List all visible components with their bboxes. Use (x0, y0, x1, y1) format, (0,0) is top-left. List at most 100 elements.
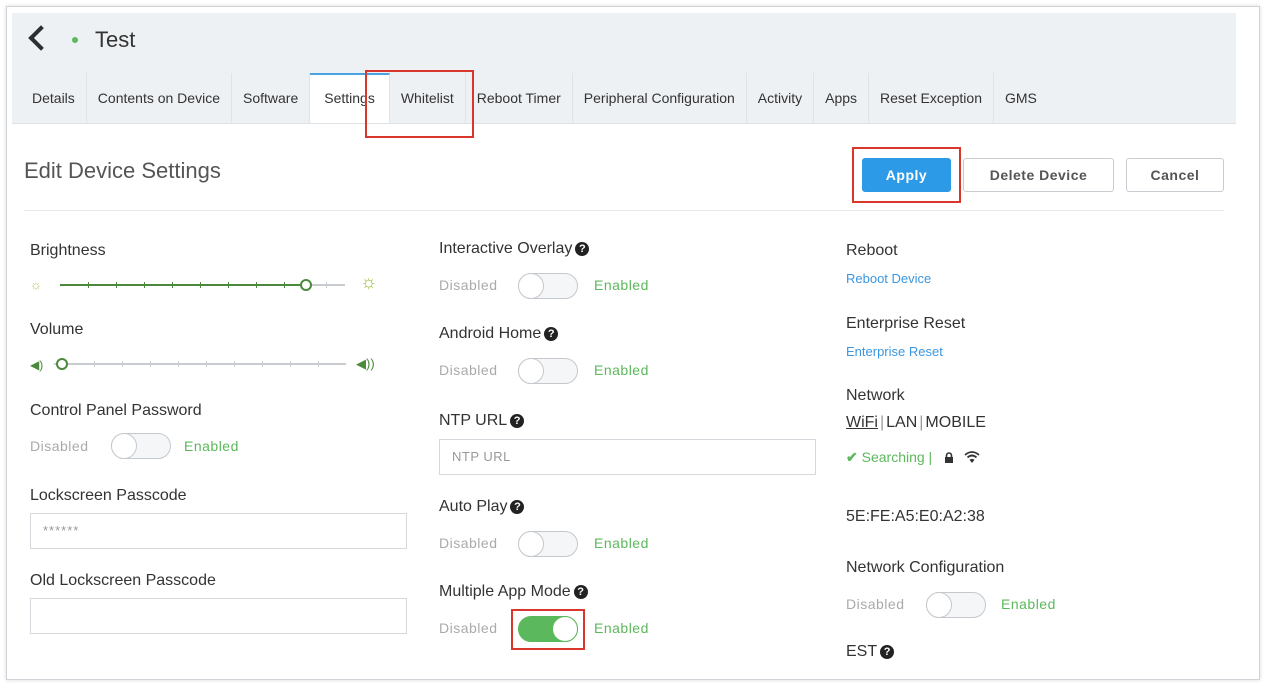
slider-tick (172, 282, 173, 288)
ntp-url-input[interactable]: NTP URL (439, 439, 816, 475)
volume-thumb[interactable] (56, 358, 68, 370)
online-status-dot (72, 37, 78, 43)
mac-address: 5E:FE:A5:E0:A2:38 (846, 508, 985, 525)
interactive-overlay-text: Interactive Overlay (439, 240, 573, 257)
slider-tick (318, 361, 319, 367)
network-status: ✔ Searching | (846, 449, 980, 466)
network-lan-option[interactable]: LAN (886, 414, 917, 431)
slider-tick (94, 361, 95, 367)
tab-peripheral-configuration[interactable]: Peripheral Configuration (573, 73, 747, 123)
brightness-thumb[interactable] (300, 279, 312, 291)
slider-tick (228, 282, 229, 288)
tab-settings[interactable]: Settings (310, 73, 390, 123)
delete-device-button[interactable]: Delete Device (963, 158, 1114, 192)
enterprise-reset-label: Enterprise Reset (846, 315, 966, 332)
interactive-overlay-label: Interactive Overlay? (439, 240, 590, 258)
volume-track (54, 363, 346, 365)
lockscreen-passcode-input[interactable]: ****** (30, 513, 407, 549)
toggle-enabled-label: Enabled (184, 438, 239, 454)
multiple-app-mode-label: Multiple App Mode? (439, 583, 588, 601)
multiple-app-mode-toggle[interactable] (518, 616, 578, 642)
toggle-disabled-label: Disabled (439, 535, 498, 551)
lockscreen-passcode-label: Lockscreen Passcode (30, 487, 187, 504)
android-home-toggle[interactable] (518, 358, 578, 384)
toggle-disabled-label: Disabled (846, 596, 905, 612)
back-chevron-icon[interactable] (28, 25, 54, 51)
network-configuration-toggle[interactable] (926, 592, 986, 618)
slider-tick (122, 361, 123, 367)
toggle-enabled-label: Enabled (594, 277, 649, 293)
interactive-overlay-toggle[interactable] (518, 273, 578, 299)
divider (24, 210, 1224, 211)
slider-tick (256, 282, 257, 288)
est-label: EST? (846, 643, 895, 661)
ntp-url-label: NTP URL? (439, 412, 525, 430)
toggle-knob (518, 273, 544, 299)
lock-icon (945, 452, 954, 463)
control-panel-password-toggle[interactable] (111, 433, 171, 459)
help-icon[interactable]: ? (510, 500, 525, 514)
slider-tick (234, 361, 235, 367)
tab-apps[interactable]: Apps (814, 73, 870, 123)
slider-tick (200, 282, 201, 288)
volume-low-icon: ◀) (30, 358, 44, 372)
toggle-disabled-label: Disabled (439, 620, 498, 636)
tab-whitelist[interactable]: Whitelist (390, 73, 466, 123)
multiple-app-mode-text: Multiple App Mode (439, 583, 571, 600)
separator: | (879, 414, 885, 431)
android-home-label: Android Home? (439, 325, 559, 343)
auto-play-toggle[interactable] (518, 531, 578, 557)
slider-tick (178, 361, 179, 367)
toggle-disabled-label: Disabled (30, 438, 89, 454)
device-title: Test (95, 27, 136, 52)
slider-tick (144, 282, 145, 288)
help-icon[interactable]: ? (880, 645, 895, 659)
check-icon: ✔ (846, 449, 858, 465)
brightness-slider[interactable] (60, 278, 345, 292)
toggle-enabled-label: Enabled (594, 620, 649, 636)
tab-activity[interactable]: Activity (747, 73, 815, 123)
help-icon[interactable]: ? (575, 242, 590, 256)
network-type-selector: WiFi | LAN | MOBILE (846, 414, 986, 432)
network-label: Network (846, 387, 905, 404)
toggle-disabled-label: Disabled (439, 362, 498, 378)
toggle-knob (926, 592, 952, 618)
enterprise-reset-link[interactable]: Enterprise Reset (846, 344, 943, 359)
reboot-device-link[interactable]: Reboot Device (846, 271, 931, 286)
old-lockscreen-passcode-input[interactable] (30, 598, 407, 634)
toggle-enabled-label: Enabled (594, 535, 649, 551)
network-wifi-option[interactable]: WiFi (846, 414, 878, 431)
tab-gms[interactable]: GMS (994, 73, 1048, 123)
volume-label: Volume (30, 321, 84, 338)
cancel-button[interactable]: Cancel (1126, 158, 1224, 192)
toggle-enabled-label: Enabled (594, 362, 649, 378)
brightness-low-icon: ☼ (30, 277, 42, 292)
slider-tick (88, 282, 89, 288)
tab-reboot-timer[interactable]: Reboot Timer (466, 73, 573, 123)
brightness-label: Brightness (30, 242, 106, 259)
tab-details[interactable]: Details (12, 73, 87, 123)
slider-tick (290, 361, 291, 367)
slider-tick (326, 282, 327, 288)
slider-tick (116, 282, 117, 288)
help-icon[interactable]: ? (510, 414, 525, 428)
tab-software[interactable]: Software (232, 73, 311, 123)
apply-button[interactable]: Apply (862, 158, 951, 192)
toggle-knob (111, 433, 137, 459)
network-mobile-option[interactable]: MOBILE (925, 414, 985, 431)
device-header: Test (12, 13, 1236, 73)
help-icon[interactable]: ? (544, 327, 559, 341)
toggle-knob (518, 358, 544, 384)
slider-tick (150, 361, 151, 367)
slider-tick (284, 282, 285, 288)
tab-reset-exception[interactable]: Reset Exception (869, 73, 994, 123)
control-panel-password-label: Control Panel Password (30, 402, 202, 419)
volume-high-icon: ◀)) (356, 356, 375, 371)
tab-contents-on-device[interactable]: Contents on Device (87, 73, 232, 123)
brightness-high-icon: ☼ (360, 272, 378, 293)
help-icon[interactable]: ? (573, 585, 588, 599)
auto-play-label: Auto Play? (439, 498, 525, 516)
toggle-knob (518, 531, 544, 557)
android-home-text: Android Home (439, 325, 542, 342)
volume-slider[interactable] (54, 357, 346, 371)
